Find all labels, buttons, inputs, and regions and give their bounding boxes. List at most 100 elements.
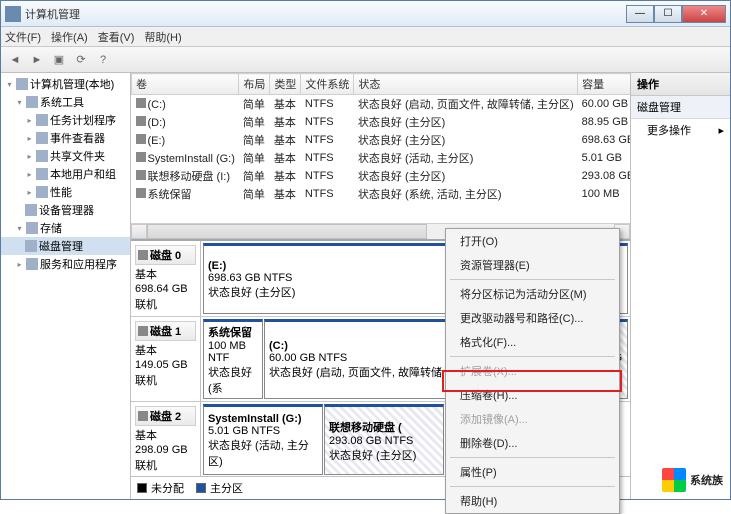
actions-more[interactable]: 更多操作▸ — [631, 119, 730, 141]
volume-icon — [136, 152, 146, 162]
table-row[interactable]: (C:)简单基本NTFS状态良好 (启动, 页面文件, 故障转储, 主分区)60… — [132, 95, 631, 114]
volume-table: 卷 布局 类型 文件系统 状态 容量 可用空间 % 可用 容 (C:)简单基本N… — [131, 73, 630, 223]
menu-separator — [450, 486, 615, 487]
close-button[interactable]: ✕ — [682, 5, 726, 23]
expander-icon[interactable]: ▸ — [25, 188, 34, 197]
table-row[interactable]: 系统保留简单基本NTFS状态良好 (系统, 活动, 主分区)100 MB71 M… — [132, 185, 631, 203]
tree-device-manager[interactable]: 设备管理器 — [1, 201, 130, 219]
ctx-explore[interactable]: 资源管理器(E) — [446, 253, 619, 277]
menu-action[interactable]: 操作(A) — [51, 29, 88, 45]
volume-icon — [136, 134, 146, 144]
expander-icon[interactable]: ▾ — [15, 98, 24, 107]
menu-separator — [450, 279, 615, 280]
maximize-button[interactable]: ☐ — [654, 5, 682, 23]
expander-icon[interactable]: ▾ — [5, 80, 14, 89]
back-button[interactable]: ◄ — [5, 50, 25, 70]
tree-shared-folders[interactable]: ▸共享文件夹 — [1, 147, 130, 165]
table-row[interactable]: 联想移动硬盘 (I:)简单基本NTFS状态良好 (主分区)293.08 GB26… — [132, 167, 631, 185]
legend-swatch — [137, 483, 147, 493]
refresh-button[interactable]: ⟳ — [71, 50, 91, 70]
actions-category[interactable]: 磁盘管理 — [631, 96, 730, 119]
tree-performance[interactable]: ▸性能 — [1, 183, 130, 201]
toolbar: ◄ ► ▣ ⟳ ? — [1, 47, 730, 73]
ctx-add-mirror: 添加镜像(A)... — [446, 407, 619, 431]
table-row[interactable]: (D:)简单基本NTFS状态良好 (主分区)88.95 GB49.63 GB56… — [132, 113, 631, 131]
menu-view[interactable]: 查看(V) — [98, 29, 135, 45]
ctx-open[interactable]: 打开(O) — [446, 229, 619, 253]
content: ▾计算机管理(本地) ▾系统工具 ▸任务计划程序 ▸事件查看器 ▸共享文件夹 ▸… — [1, 73, 730, 499]
volume-icon — [136, 188, 146, 198]
partition-i[interactable]: 联想移动硬盘 ( 293.08 GB NTFS 状态良好 (主分区) — [324, 404, 444, 475]
watermark: 系统族 — [662, 468, 723, 492]
disk-icon — [138, 326, 148, 336]
col-volume[interactable]: 卷 — [132, 74, 239, 95]
tree-disk-management[interactable]: 磁盘管理 — [1, 237, 130, 255]
folder-icon — [36, 150, 48, 162]
scroll-left-button[interactable] — [131, 224, 147, 239]
scroll-thumb[interactable] — [147, 224, 427, 239]
ctx-change-letter[interactable]: 更改驱动器号和路径(C)... — [446, 306, 619, 330]
disk-info-0[interactable]: 磁盘 0 基本 698.64 GB 联机 — [131, 241, 201, 316]
menu-help[interactable]: 帮助(H) — [144, 29, 181, 45]
partition-reserved[interactable]: 系统保留 100 MB NTF 状态良好 (系 — [203, 319, 263, 399]
ctx-format[interactable]: 格式化(F)... — [446, 330, 619, 354]
actions-pane: 操作 磁盘管理 更多操作▸ — [630, 73, 730, 499]
window-buttons: — ☐ ✕ — [626, 5, 726, 23]
tree-local-users[interactable]: ▸本地用户和组 — [1, 165, 130, 183]
watermark-icon — [662, 468, 686, 492]
disk-info-1[interactable]: 磁盘 1 基本 149.05 GB 联机 — [131, 317, 201, 401]
menu-separator — [450, 457, 615, 458]
device-icon — [25, 204, 37, 216]
ctx-mark-active[interactable]: 将分区标记为活动分区(M) — [446, 282, 619, 306]
expander-icon[interactable]: ▾ — [15, 224, 24, 233]
expander-icon[interactable]: ▸ — [25, 152, 34, 161]
expander-icon[interactable]: ▸ — [25, 134, 34, 143]
menu-file[interactable]: 文件(F) — [5, 29, 41, 45]
up-button[interactable]: ▣ — [49, 50, 69, 70]
computer-icon — [16, 78, 28, 90]
ctx-delete-volume[interactable]: 删除卷(D)... — [446, 431, 619, 455]
forward-button[interactable]: ► — [27, 50, 47, 70]
tree-task-scheduler[interactable]: ▸任务计划程序 — [1, 111, 130, 129]
tree-event-viewer[interactable]: ▸事件查看器 — [1, 129, 130, 147]
disk-icon — [138, 250, 148, 260]
expander-icon[interactable]: ▸ — [25, 116, 34, 125]
disk-info-2[interactable]: 磁盘 2 基本 298.09 GB 联机 — [131, 402, 201, 476]
volume-icon — [136, 116, 146, 126]
expander-icon[interactable]: ▸ — [15, 260, 24, 269]
help-button[interactable]: ? — [93, 50, 113, 70]
col-type[interactable]: 类型 — [270, 74, 301, 95]
tree-storage[interactable]: ▾存储 — [1, 219, 130, 237]
storage-icon — [26, 222, 38, 234]
titlebar: 计算机管理 — ☐ ✕ — [1, 1, 730, 27]
disk-icon — [138, 411, 148, 421]
services-icon — [26, 258, 38, 270]
table-row[interactable]: (E:)简单基本NTFS状态良好 (主分区)698.63 GB242.33 GB… — [132, 131, 631, 149]
minimize-button[interactable]: — — [626, 5, 654, 23]
tree-pane: ▾计算机管理(本地) ▾系统工具 ▸任务计划程序 ▸事件查看器 ▸共享文件夹 ▸… — [1, 73, 131, 499]
ctx-help[interactable]: 帮助(H) — [446, 489, 619, 513]
menu-separator — [450, 356, 615, 357]
users-icon — [36, 168, 48, 180]
legend-swatch — [196, 483, 206, 493]
ctx-shrink[interactable]: 压缩卷(H)... — [446, 383, 619, 407]
col-status[interactable]: 状态 — [354, 74, 578, 95]
partition-g[interactable]: SystemInstall (G:) 5.01 GB NTFS 状态良好 (活动… — [203, 404, 323, 475]
volume-icon — [136, 170, 146, 180]
tree-services[interactable]: ▸服务和应用程序 — [1, 255, 130, 273]
tools-icon — [26, 96, 38, 108]
perf-icon — [36, 186, 48, 198]
table-row[interactable]: SystemInstall (G:)简单基本NTFS状态良好 (活动, 主分区)… — [132, 149, 631, 167]
col-capacity[interactable]: 容量 — [578, 74, 630, 95]
chevron-right-icon: ▸ — [718, 124, 724, 137]
col-filesystem[interactable]: 文件系统 — [301, 74, 354, 95]
col-layout[interactable]: 布局 — [239, 74, 270, 95]
ctx-extend: 扩展卷(X)... — [446, 359, 619, 383]
legend-primary: 主分区 — [196, 480, 243, 496]
context-menu: 打开(O) 资源管理器(E) 将分区标记为活动分区(M) 更改驱动器号和路径(C… — [445, 228, 620, 514]
tree-root[interactable]: ▾计算机管理(本地) — [1, 75, 130, 93]
tree-system-tools[interactable]: ▾系统工具 — [1, 93, 130, 111]
expander-icon[interactable]: ▸ — [25, 170, 34, 179]
ctx-properties[interactable]: 属性(P) — [446, 460, 619, 484]
event-icon — [36, 132, 48, 144]
